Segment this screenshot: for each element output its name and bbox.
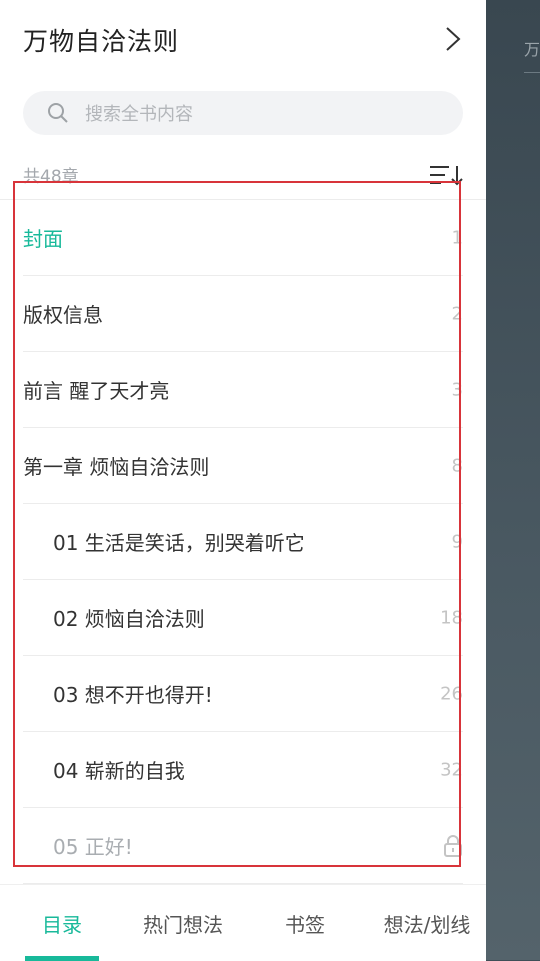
toc-item[interactable]: 01 生活是笑话，别哭着听它 9	[23, 504, 463, 580]
tab-label: 目录	[42, 912, 82, 937]
toc-item-page: 1	[451, 227, 463, 248]
chevron-right-icon	[446, 27, 461, 51]
toc-drawer: 万物自洽法则 搜索全书内容 共48章 封面 1 版权信息 2 前言 醒了天才亮 …	[0, 0, 486, 961]
toc-item-locked[interactable]: 05 正好!	[23, 808, 463, 884]
toc-item-label: 04 崭新的自我	[53, 759, 185, 783]
sort-descending-icon	[430, 166, 463, 186]
reader-page-title-peek: 万	[524, 40, 540, 59]
toc-item-page: 18	[441, 607, 463, 628]
toc-item-page: 32	[441, 759, 463, 780]
toc-item[interactable]: 02 烦恼自洽法则 18	[23, 580, 463, 656]
sort-order-button[interactable]	[429, 164, 463, 186]
toc-item[interactable]: 封面 1	[23, 200, 463, 276]
tab-label: 书签	[285, 912, 325, 937]
toc-item-page: 2	[451, 303, 463, 324]
toc-item-label: 版权信息	[23, 303, 103, 327]
reader-page-backdrop[interactable]: 万	[486, 0, 540, 960]
toc-list: 封面 1 版权信息 2 前言 醒了天才亮 3 第一章 烦恼自洽法则 8 01 生…	[0, 200, 486, 884]
search-placeholder: 搜索全书内容	[85, 104, 193, 125]
tab-label: 想法/划线	[383, 912, 471, 937]
tab-label: 热门想法	[143, 912, 223, 937]
toc-item-label: 03 想不开也得开!	[53, 683, 213, 707]
toc-item[interactable]: 版权信息 2	[23, 276, 463, 352]
tab-toc[interactable]: 目录	[0, 885, 124, 961]
reader-divider-peek	[524, 72, 540, 73]
chapter-count: 共48章	[23, 167, 79, 187]
toc-item-label: 封面	[23, 227, 63, 251]
toc-item[interactable]: 前言 醒了天才亮 3	[23, 352, 463, 428]
toc-item[interactable]: 04 崭新的自我 32	[23, 732, 463, 808]
toc-item-page: 26	[441, 683, 463, 704]
close-drawer-button[interactable]	[440, 22, 466, 56]
toc-item-page: 3	[451, 379, 463, 400]
lock-icon	[443, 834, 463, 858]
toc-item[interactable]: 第一章 烦恼自洽法则 8	[23, 428, 463, 504]
search-input[interactable]: 搜索全书内容	[23, 91, 463, 135]
book-title: 万物自洽法则	[23, 27, 180, 56]
toc-item-label: 02 烦恼自洽法则	[53, 607, 205, 631]
toc-item-page: 8	[451, 455, 463, 476]
toc-item-label: 05 正好!	[53, 835, 133, 859]
active-tab-indicator	[25, 956, 99, 961]
search-icon	[47, 102, 69, 124]
tab-bookmarks[interactable]: 书签	[242, 885, 368, 961]
toc-item-label: 01 生活是笑话，别哭着听它	[53, 531, 305, 555]
toc-item[interactable]: 03 想不开也得开! 26	[23, 656, 463, 732]
tab-notes-highlights[interactable]: 想法/划线	[368, 885, 486, 961]
toc-item-label: 前言 醒了天才亮	[23, 379, 170, 403]
tab-popular-notes[interactable]: 热门想法	[124, 885, 242, 961]
toc-item-label: 第一章 烦恼自洽法则	[23, 455, 210, 479]
bottom-tab-bar: 目录 热门想法 书签 想法/划线	[0, 884, 486, 961]
toc-item-page: 9	[451, 531, 463, 552]
